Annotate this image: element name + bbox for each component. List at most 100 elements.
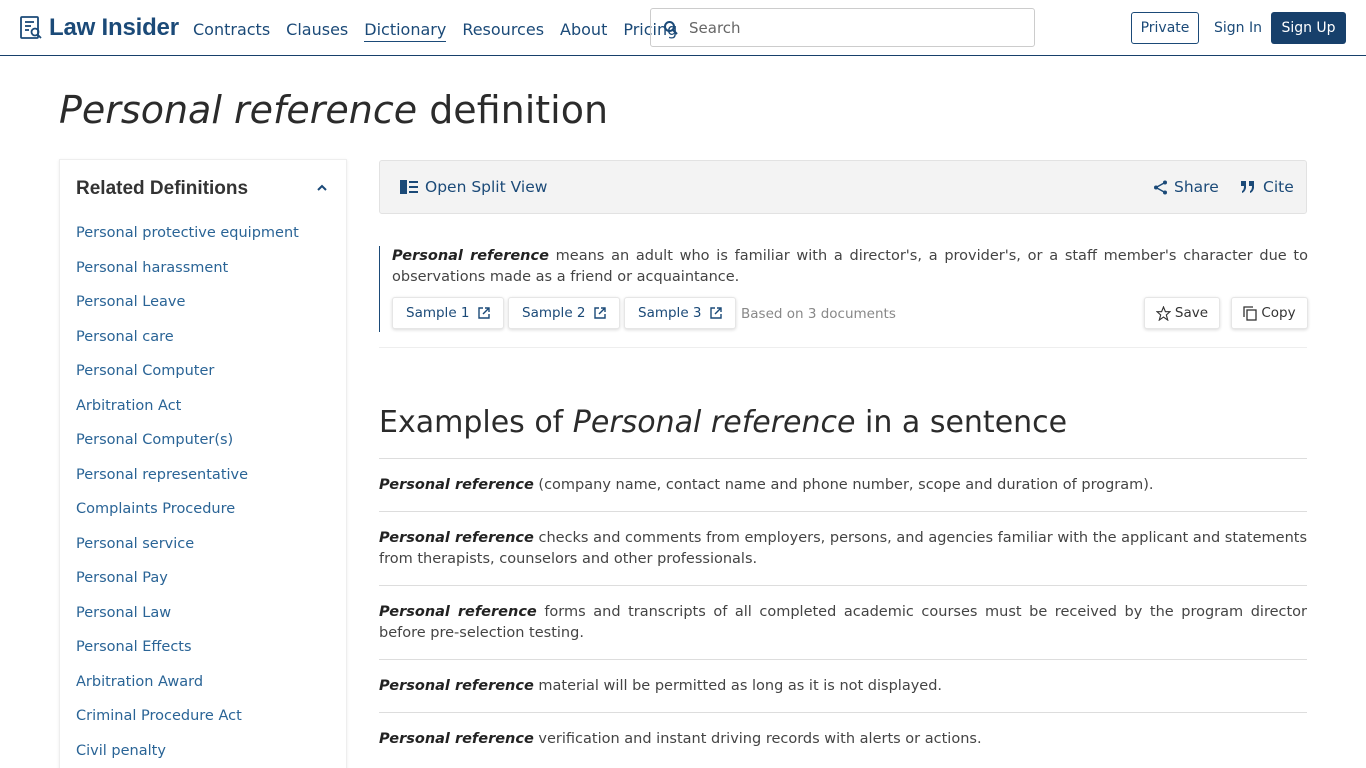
based-on-count: Based on 3 documents xyxy=(741,306,896,322)
definition-block: Personal reference means an adult who is… xyxy=(379,246,1308,332)
related-definition-link[interactable]: Civil penalty xyxy=(76,743,166,759)
examples-heading-suffix: in a sentence xyxy=(855,405,1068,440)
list-item: Personal Effects xyxy=(76,636,299,671)
related-definition-link[interactable]: Complaints Procedure xyxy=(76,501,235,517)
share-button[interactable]: Share xyxy=(1153,178,1219,196)
sample-label: Sample 3 xyxy=(638,305,702,321)
list-item: Complaints Procedure xyxy=(76,498,299,533)
related-definition-link[interactable]: Arbitration Award xyxy=(76,674,203,690)
list-item: Personal harassment xyxy=(76,257,299,292)
example-term: Personal reference xyxy=(379,731,534,747)
share-label: Share xyxy=(1174,178,1219,196)
nav-dictionary[interactable]: Dictionary xyxy=(364,20,447,42)
open-split-view-button[interactable]: Open Split View xyxy=(400,178,547,196)
sample-3-button[interactable]: Sample 3 xyxy=(624,297,736,329)
list-item: Arbitration Award xyxy=(76,671,299,706)
external-link-icon xyxy=(593,307,606,319)
nav-resources[interactable]: Resources xyxy=(462,20,544,42)
law-insider-logo-icon xyxy=(20,16,42,39)
share-icon xyxy=(1154,180,1167,194)
examples-list: Personal reference (company name, contac… xyxy=(379,458,1307,765)
definition-text: Personal reference means an adult who is… xyxy=(392,246,1308,288)
page-title: Personal reference definition xyxy=(59,88,608,132)
list-item: Personal care xyxy=(76,326,299,361)
related-definition-link[interactable]: Personal Pay xyxy=(76,570,168,586)
example-text: verification and instant driving records… xyxy=(533,731,982,747)
sample-label: Sample 2 xyxy=(522,305,586,321)
chevron-up-icon[interactable] xyxy=(316,182,328,194)
search-input[interactable] xyxy=(689,18,1009,37)
list-item: Personal protective equipment xyxy=(76,222,299,257)
examples-heading: Examples of Personal reference in a sent… xyxy=(379,405,1067,440)
related-definition-link[interactable]: Personal Computer(s) xyxy=(76,432,233,448)
save-label: Save xyxy=(1174,305,1209,321)
definition-toolbar: Open Split View Share Cite xyxy=(379,160,1307,214)
star-icon xyxy=(1155,305,1171,321)
external-link-icon xyxy=(709,307,722,319)
example-sentence: Personal reference forms and transcripts… xyxy=(379,585,1307,659)
examples-heading-term: Personal reference xyxy=(572,405,856,440)
page-title-suffix: definition xyxy=(429,88,609,132)
example-text: (company name, contact name and phone nu… xyxy=(533,477,1154,493)
sample-2-button[interactable]: Sample 2 xyxy=(508,297,620,329)
split-view-icon xyxy=(400,180,418,194)
list-item: Personal representative xyxy=(76,464,299,499)
related-definition-link[interactable]: Personal Leave xyxy=(76,294,185,310)
related-definitions-panel: Related Definitions Personal protective … xyxy=(59,159,347,768)
nav-clauses[interactable]: Clauses xyxy=(286,20,348,42)
cite-button[interactable]: Cite xyxy=(1241,178,1294,196)
sample-1-button[interactable]: Sample 1 xyxy=(392,297,504,329)
private-button[interactable]: Private xyxy=(1131,12,1199,44)
list-item: Personal Leave xyxy=(76,291,299,326)
example-text: material will be permitted as long as it… xyxy=(533,678,943,694)
list-item: Personal service xyxy=(76,533,299,568)
list-item: Personal Computer(s) xyxy=(76,429,299,464)
quote-icon xyxy=(1241,181,1254,193)
list-item: Civil penalty xyxy=(76,740,299,768)
nav-contracts[interactable]: Contracts xyxy=(193,20,270,42)
sign-up-button[interactable]: Sign Up xyxy=(1271,12,1346,44)
external-link-icon xyxy=(477,307,490,319)
related-definition-link[interactable]: Personal harassment xyxy=(76,260,228,276)
related-definition-link[interactable]: Arbitration Act xyxy=(76,398,181,414)
example-sentence: Personal reference verification and inst… xyxy=(379,712,1307,765)
related-definition-link[interactable]: Personal representative xyxy=(76,467,248,483)
examples-heading-prefix: Examples of xyxy=(379,405,573,440)
list-item: Arbitration Act xyxy=(76,395,299,430)
related-definition-link[interactable]: Personal Effects xyxy=(76,639,192,655)
related-definitions-list: Personal protective equipment Personal h… xyxy=(76,222,299,768)
divider xyxy=(379,347,1307,348)
example-sentence: Personal reference material will be perm… xyxy=(379,659,1307,712)
nav-about[interactable]: About xyxy=(560,20,607,42)
search-box[interactable] xyxy=(650,8,1035,47)
search-icon xyxy=(664,20,678,35)
related-definitions-title: Related Definitions xyxy=(76,178,249,199)
definition-term: Personal reference xyxy=(392,248,549,264)
list-item: Personal Law xyxy=(76,602,299,637)
related-definition-link[interactable]: Personal Law xyxy=(76,605,171,621)
related-definition-link[interactable]: Personal protective equipment xyxy=(76,225,299,241)
example-term: Personal reference xyxy=(379,530,534,546)
copy-label: Copy xyxy=(1261,305,1296,321)
cite-label: Cite xyxy=(1263,178,1294,196)
related-definition-link[interactable]: Personal care xyxy=(76,329,174,345)
list-item: Criminal Procedure Act xyxy=(76,705,299,740)
related-definition-link[interactable]: Criminal Procedure Act xyxy=(76,708,242,724)
top-navbar: Law Insider Contracts Clauses Dictionary… xyxy=(0,0,1366,56)
example-term: Personal reference xyxy=(379,604,537,620)
list-item: Personal Computer xyxy=(76,360,299,395)
open-split-view-label: Open Split View xyxy=(425,178,548,196)
logo[interactable]: Law Insider xyxy=(19,14,179,42)
page-title-term: Personal reference xyxy=(59,88,418,132)
example-sentence: Personal reference checks and comments f… xyxy=(379,511,1307,585)
related-definition-link[interactable]: Personal Computer xyxy=(76,363,214,379)
copy-button[interactable]: Copy xyxy=(1231,297,1308,329)
example-term: Personal reference xyxy=(379,477,534,493)
save-button[interactable]: Save xyxy=(1144,297,1220,329)
list-item: Personal Pay xyxy=(76,567,299,602)
sample-label: Sample 1 xyxy=(406,305,470,321)
example-sentence: Personal reference (company name, contac… xyxy=(379,458,1307,511)
brand-name: Law Insider xyxy=(49,14,179,41)
sign-in-link[interactable]: Sign In xyxy=(1214,20,1262,36)
related-definition-link[interactable]: Personal service xyxy=(76,536,194,552)
